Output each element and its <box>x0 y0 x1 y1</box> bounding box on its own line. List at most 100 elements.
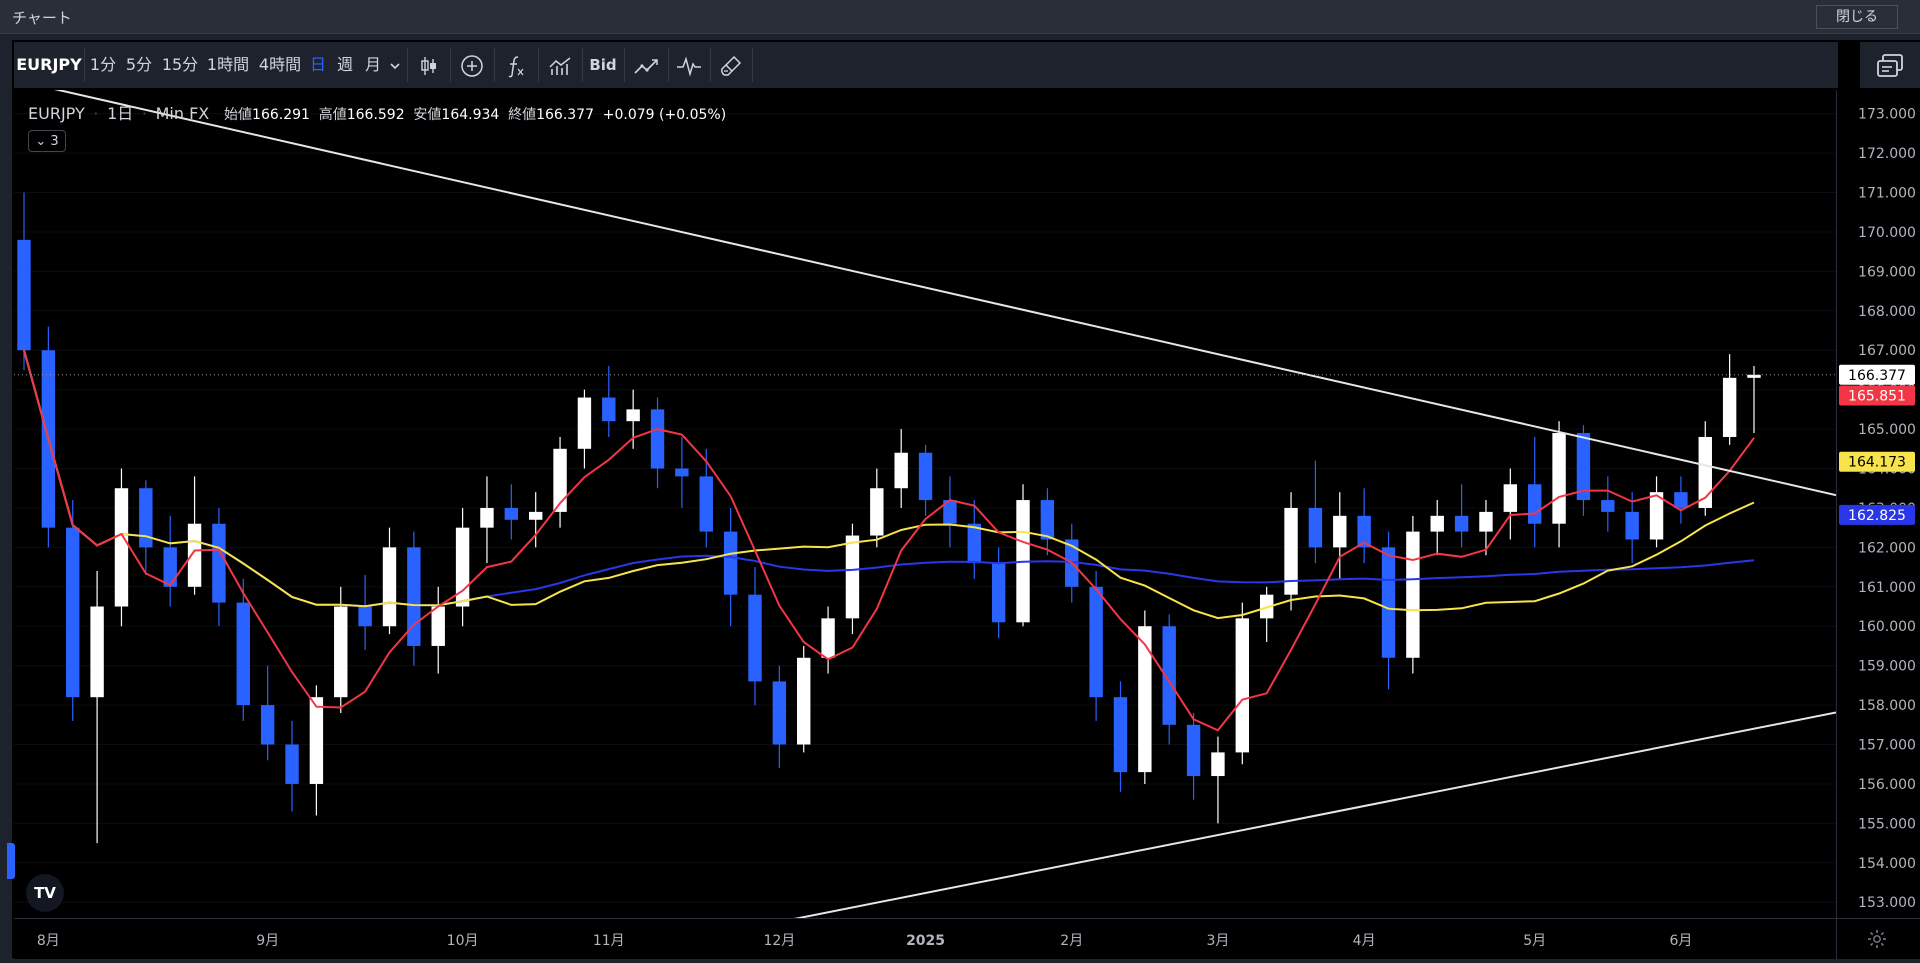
legend-high-label: 高値 <box>318 107 347 123</box>
legend-open-value: 166.291 <box>252 107 310 123</box>
price-tick-label: 162.000 <box>1858 540 1916 556</box>
time-tick-label: 11月 <box>593 933 625 949</box>
candle-body <box>1089 586 1103 698</box>
price-tick-label: 155.000 <box>1858 816 1916 832</box>
legend-high-value: 166.592 <box>346 107 405 123</box>
add-circle-icon[interactable] <box>452 42 492 88</box>
price-tick-label: 154.000 <box>1858 856 1916 872</box>
price-badge-label: 166.377 <box>1848 368 1906 384</box>
brush-icon[interactable] <box>712 42 750 88</box>
interval-5m[interactable]: 5分 <box>122 42 156 88</box>
candle-body <box>309 697 324 784</box>
candle-body <box>1308 507 1323 548</box>
candle-body <box>1528 484 1542 524</box>
candle-body <box>772 681 787 745</box>
time-tick-label: 8月 <box>37 933 60 949</box>
chevron-down-icon[interactable] <box>386 42 404 88</box>
interval-4h[interactable]: 4時間 <box>254 42 306 88</box>
price-chart[interactable] <box>14 90 1836 918</box>
trendline-lower <box>794 711 1836 918</box>
toolbar-divider <box>450 48 451 82</box>
candle-body <box>675 468 689 477</box>
candle-body <box>382 547 397 627</box>
interval-15m[interactable]: 15分 <box>158 42 202 88</box>
candle-body <box>748 594 762 682</box>
price-badge-label: 162.825 <box>1848 508 1906 524</box>
toolbar-divider <box>582 48 583 82</box>
candle-body <box>918 452 933 501</box>
price-tick-label: 158.000 <box>1858 698 1916 714</box>
bar-chart-icon[interactable] <box>540 42 580 88</box>
time-axis[interactable]: 8月 9月 10月 11月 12月 2025 2月 3月 4月 5月 6月 <box>14 918 1836 959</box>
pulse-icon[interactable] <box>670 42 708 88</box>
candle-body <box>187 523 202 587</box>
close-button[interactable]: 閉じる <box>1816 5 1898 29</box>
interval-1h[interactable]: 1時間 <box>202 42 254 88</box>
legend-interval: 1日 <box>107 104 134 123</box>
candle-body <box>821 618 835 658</box>
bid-button[interactable]: Bid <box>584 42 622 88</box>
candle-body <box>1479 511 1493 532</box>
gear-icon[interactable] <box>1867 929 1887 949</box>
candle-body <box>114 488 129 607</box>
candle-body <box>967 523 981 564</box>
time-tick-label: 2025 <box>906 933 945 949</box>
candle-body <box>1454 515 1469 532</box>
candlestick-icon[interactable] <box>410 42 448 88</box>
candle-body <box>66 527 80 698</box>
candle-body <box>285 744 299 784</box>
indicator-count: 3 <box>50 134 59 149</box>
candle-body <box>1674 492 1688 508</box>
time-tick-label: 6月 <box>1669 933 1692 949</box>
candle-body <box>1552 433 1566 524</box>
price-tick-label: 156.000 <box>1858 777 1916 793</box>
layout-icon[interactable] <box>1870 42 1910 88</box>
interval-daily[interactable]: 日 <box>306 42 330 88</box>
axis-settings[interactable] <box>1836 918 1920 959</box>
price-badge: 166.377 <box>1839 364 1915 385</box>
candle-body <box>797 657 811 745</box>
price-tick-label: 171.000 <box>1858 186 1916 202</box>
indicator-collapse-button[interactable]: ⌄ 3 <box>28 130 66 152</box>
symbol-button[interactable]: EURJPY <box>14 42 84 88</box>
candle-body <box>1722 377 1737 437</box>
interval-1m[interactable]: 1分 <box>86 42 120 88</box>
price-axis[interactable]: 173.000 172.000 171.000 170.000 169.000 168.0… <box>1836 90 1920 918</box>
candle-body <box>163 547 177 587</box>
candle-body <box>1406 531 1420 658</box>
legend-source: Min FX <box>155 104 210 123</box>
chart-pane[interactable] <box>14 90 1836 918</box>
candle-body <box>334 606 348 698</box>
drawing-panel-toggle[interactable] <box>7 843 15 879</box>
candle-body <box>528 511 543 520</box>
candle-body <box>1625 511 1639 540</box>
candle-body <box>1040 500 1055 540</box>
toolbar-divider <box>84 48 85 82</box>
legend-low-value: 164.934 <box>441 107 500 123</box>
candle-body <box>1211 752 1225 777</box>
price-badge-label: 164.173 <box>1848 455 1906 471</box>
time-tick-label: 5月 <box>1523 933 1546 949</box>
candle-body <box>577 397 592 449</box>
price-badge-label: 165.851 <box>1848 389 1906 405</box>
price-badge: 165.851 <box>1839 385 1915 406</box>
price-tick-label: 167.000 <box>1858 343 1916 359</box>
candle-body <box>991 563 1006 623</box>
legend-symbol[interactable]: EURJPY <box>28 104 85 123</box>
interval-monthly[interactable]: 月 <box>360 42 386 88</box>
candle-body <box>358 606 372 627</box>
candle-body <box>480 507 494 528</box>
line-chart-icon[interactable] <box>626 42 666 88</box>
tradingview-logo[interactable]: TV <box>26 874 64 912</box>
time-tick-label: 2月 <box>1060 933 1083 949</box>
time-tick-label: 9月 <box>256 933 279 949</box>
legend-change: +0.079 (+0.05%) <box>602 107 727 123</box>
function-icon[interactable] <box>496 42 536 88</box>
candle-body <box>212 523 226 603</box>
toolbar-divider <box>407 48 408 82</box>
candle-body <box>90 606 104 698</box>
toolbar-divider <box>624 48 625 82</box>
candle-body <box>260 705 275 745</box>
interval-weekly[interactable]: 週 <box>332 42 358 88</box>
price-axis-labels: 173.000 172.000 171.000 170.000 169.000 168.0… <box>1839 107 1916 911</box>
